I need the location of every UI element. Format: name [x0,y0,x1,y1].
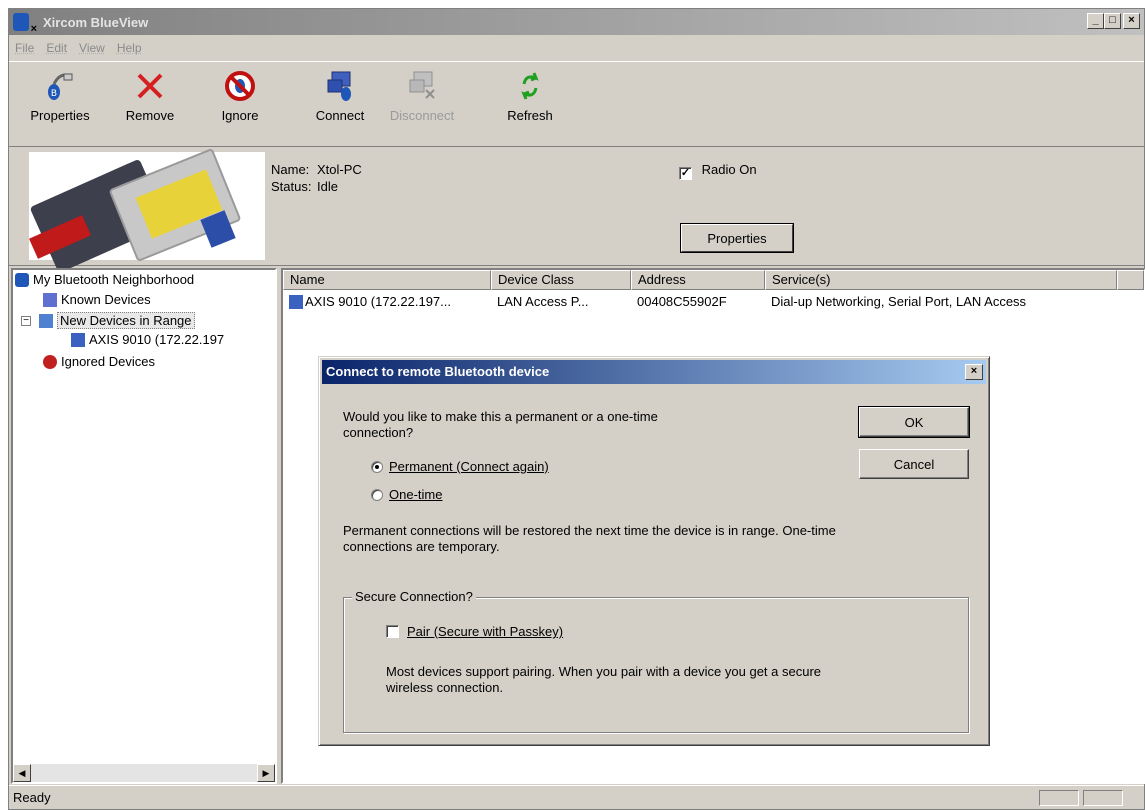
list-header: Name Device Class Address Service(s) [283,270,1144,290]
column-name[interactable]: Name [283,270,491,290]
menu-help[interactable]: Help [117,41,142,55]
dialog-close-icon[interactable]: × [965,364,983,380]
column-services[interactable]: Service(s) [765,270,1117,290]
table-row[interactable]: AXIS 9010 (172.22.197... LAN Access P...… [283,292,1135,312]
row-address: 00408C55902F [631,292,765,312]
tree-label-device: AXIS 9010 (172.22.197 [89,332,224,347]
radio-on-checkbox[interactable]: ✓ Radio On [679,162,757,180]
ignore-tool-button[interactable]: Ignore [205,70,275,123]
row-device-class: LAN Access P... [491,292,631,312]
svg-text:B: B [51,89,57,99]
properties-tool-button[interactable]: B Properties [25,70,95,123]
refresh-tool-label: Refresh [495,108,565,123]
status-label: Status: [271,179,311,194]
status-bar: Ready [9,785,1144,809]
pair-check[interactable] [386,625,399,638]
onetime-radio-button[interactable] [371,489,383,501]
menu-edit[interactable]: Edit [46,41,67,55]
tree-horizontal-scrollbar[interactable]: ◀ ▶ [13,764,275,782]
tree-label-neighborhood: My Bluetooth Neighborhood [33,272,194,287]
toolbar: B Properties Remove Ignore Connect Disco… [9,61,1144,147]
bluetooth-icon [15,273,29,287]
refresh-tool-button[interactable]: Refresh [495,70,565,123]
tree-item-axis-device[interactable]: AXIS 9010 (172.22.197 [71,332,224,347]
tree-label-new: New Devices in Range [57,312,195,329]
known-devices-icon [43,293,57,307]
cancel-button[interactable]: Cancel [859,449,969,479]
row-services: Dial-up Networking, Serial Port, LAN Acc… [765,292,1135,312]
scroll-left-arrow-icon[interactable]: ◀ [13,764,31,782]
connect-dialog: Connect to remote Bluetooth device × Wou… [318,356,990,746]
menu-view[interactable]: View [79,41,105,55]
connect-tool-label: Connect [305,108,375,123]
pair-label: Pair (Secure with Passkey) [407,624,563,639]
tree-item-ignored[interactable]: Ignored Devices [43,354,155,369]
remove-tool-label: Remove [115,108,185,123]
menu-file[interactable]: File [15,41,34,55]
window-title: Xircom BlueView [43,15,148,30]
lan-device-icon [71,333,85,347]
properties-tool-label: Properties [25,108,95,123]
status-panel [1083,790,1123,806]
title-bar[interactable]: Xircom BlueView _ □ × [9,9,1144,35]
ignore-icon [223,70,257,102]
maximize-button[interactable]: □ [1104,13,1121,29]
permanent-radio-label: Permanent (Connect again) [389,459,549,474]
connect-icon [323,70,357,102]
pair-note: Most devices support pairing. When you p… [386,664,821,696]
column-address[interactable]: Address [631,270,765,290]
bluetooth-app-icon [13,13,29,31]
device-tree: My Bluetooth Neighborhood Known Devices … [11,268,277,784]
name-value: Xtol-PC [317,162,362,177]
minimize-button[interactable]: _ [1087,13,1104,29]
connect-tool-button[interactable]: Connect [305,70,375,123]
remove-icon [133,70,167,102]
onetime-radio-label: One-time [389,487,442,502]
status-text: Ready [13,790,51,805]
row-device-name: AXIS 9010 (172.22.197... [305,292,451,312]
pair-checkbox[interactable]: Pair (Secure with Passkey) [386,624,563,640]
permanent-note: Permanent connections will be restored t… [343,523,836,555]
remove-tool-button[interactable]: Remove [115,70,185,123]
tree-label-ignored: Ignored Devices [61,354,155,369]
close-button[interactable]: × [1123,13,1140,29]
secure-connection-group: Secure Connection? Pair (Secure with Pas… [343,597,969,733]
disconnect-tool-label: Disconnect [387,108,457,123]
tree-item-new-devices[interactable]: − New Devices in Range [21,312,195,329]
ignored-devices-icon [43,355,57,369]
menu-bar: File Edit View Help [9,37,142,59]
secure-connection-label: Secure Connection? [352,589,476,604]
disconnect-tool-button[interactable]: Disconnect [387,70,457,123]
scroll-right-arrow-icon[interactable]: ▶ [257,764,275,782]
tree-item-known-devices[interactable]: Known Devices [43,292,151,307]
disconnect-icon [405,70,439,102]
adapter-cards-image [29,152,265,260]
lan-device-icon [289,295,303,309]
properties-icon: B [43,70,77,102]
radio-on-check[interactable]: ✓ [679,167,692,180]
ok-button[interactable]: OK [859,407,969,437]
collapse-icon[interactable]: − [21,316,31,326]
dialog-title-bar[interactable]: Connect to remote Bluetooth device × [322,360,986,384]
status-value: Idle [317,179,338,194]
new-devices-icon [39,314,53,328]
device-info-panel: Name: Xtol-PC Status: Idle ✓ Radio On Pr… [9,148,1144,266]
radio-on-label: Radio On [702,162,757,177]
question-text: Would you like to make this a permanent … [343,409,658,441]
refresh-icon [513,70,547,102]
tree-item-neighborhood[interactable]: My Bluetooth Neighborhood [15,272,194,287]
column-device-class[interactable]: Device Class [491,270,631,290]
ignore-tool-label: Ignore [205,108,275,123]
name-label: Name: [271,162,309,177]
tree-label-known: Known Devices [61,292,151,307]
device-properties-button[interactable]: Properties [681,224,793,252]
onetime-radio[interactable]: One-time [371,487,442,503]
permanent-radio-button[interactable] [371,461,383,473]
status-panel [1039,790,1079,806]
dialog-title: Connect to remote Bluetooth device [326,364,549,379]
permanent-radio[interactable]: Permanent (Connect again) [371,459,549,475]
